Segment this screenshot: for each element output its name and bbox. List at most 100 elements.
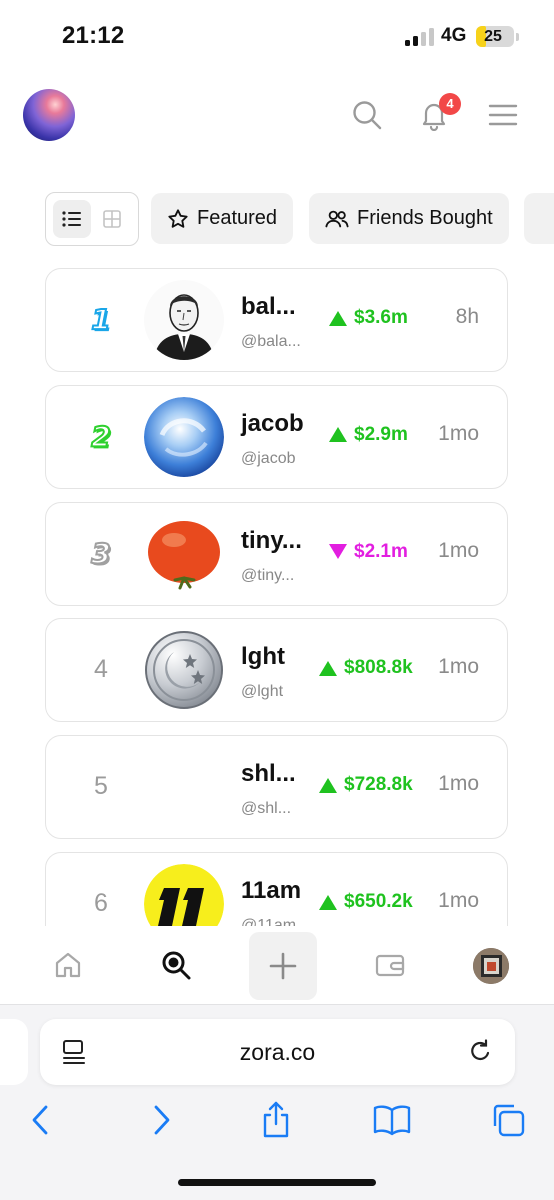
creator-name: bal... — [241, 293, 296, 320]
market-cap-change: $2.9m — [328, 424, 408, 446]
wallet-nav-button[interactable] — [363, 938, 417, 992]
creator-avatar[interactable] — [144, 396, 224, 477]
time-ago: 8h — [455, 305, 479, 328]
creator-name: jacob — [241, 409, 304, 437]
creator-avatar[interactable] — [144, 747, 224, 827]
leaderboard-row[interactable]: 1 bal... @bala... $3.6m 8h — [45, 268, 508, 372]
list-view-button[interactable] — [53, 200, 91, 238]
leaderboard-row[interactable]: 4 lght @lght $808.8k 1mo — [45, 618, 508, 723]
time-ago: 1mo — [438, 421, 479, 445]
change-value: $3.6m — [354, 307, 408, 328]
page-settings-button[interactable] — [58, 1036, 90, 1068]
featured-filter-chip[interactable]: Featured — [151, 193, 294, 244]
creator-handle: @shl... — [241, 800, 292, 818]
battery-percent: 25 — [484, 28, 502, 45]
home-nav-button[interactable] — [41, 938, 95, 992]
time-ago: 1mo — [438, 655, 479, 679]
market-cap-change: $728.8k — [318, 774, 413, 796]
more-filters-chip[interactable] — [524, 193, 554, 244]
home-indicator — [178, 1179, 376, 1186]
zora-orb-logo[interactable] — [23, 89, 75, 141]
page-menu-icon — [63, 1040, 85, 1064]
tabs-icon — [493, 1104, 525, 1137]
forward-button[interactable] — [136, 1097, 186, 1143]
rank-number: 2 — [90, 419, 111, 454]
creator-name: shl... — [241, 760, 296, 788]
friends-bought-filter-chip[interactable]: Friends Bought — [309, 193, 509, 244]
address-bar[interactable]: zora.co — [40, 1019, 515, 1085]
wallet-icon — [375, 954, 405, 977]
market-cap-change: $650.2k — [318, 891, 413, 913]
creator-avatar[interactable] — [144, 280, 224, 360]
triangle-up-icon — [319, 894, 337, 910]
menu-button[interactable] — [483, 95, 523, 135]
battery-icon: 25 — [476, 26, 514, 47]
creator-name: 11am — [241, 877, 302, 904]
back-button[interactable] — [16, 1097, 66, 1143]
rank-number: 4 — [94, 655, 108, 684]
forward-chevron-icon — [154, 1105, 170, 1135]
list-view-icon — [62, 211, 81, 227]
explore-search-icon — [162, 951, 191, 980]
profile-avatar[interactable] — [473, 948, 509, 984]
creator-leaderboard-list: 1 bal... @bala... $3.6m 8h 2 jacob @jacob $2.9m 1… — [45, 268, 509, 926]
status-bar: 21:12 4G 25 — [0, 0, 554, 72]
reload-button[interactable] — [464, 1036, 496, 1068]
creator-avatar[interactable] — [144, 864, 224, 926]
market-cap-change: $808.8k — [318, 657, 413, 679]
triangle-up-icon — [329, 310, 347, 326]
profile-avatar-image — [473, 948, 509, 984]
time-ago: 1mo — [438, 772, 479, 796]
leaderboard-row[interactable]: 5 shl... @shl... $728.8k 1mo — [45, 735, 508, 840]
triangle-up-icon — [319, 777, 337, 793]
creator-name: lght — [241, 643, 285, 671]
tabs-button[interactable] — [483, 1097, 533, 1143]
leaderboard-row[interactable]: 3 tiny... @tiny... $2.1m 1mo — [45, 501, 508, 606]
change-value: $728.8k — [344, 774, 413, 796]
create-nav-button[interactable] — [249, 932, 317, 1000]
triangle-up-icon — [329, 427, 347, 443]
featured-chip-label: Featured — [197, 207, 278, 229]
creator-handle: @11am — [241, 917, 297, 926]
change-value: $808.8k — [344, 657, 413, 679]
battery-cap — [516, 33, 519, 41]
rank-number: 3 — [90, 536, 111, 571]
creator-avatar[interactable] — [144, 513, 224, 594]
triangle-down-icon — [329, 544, 347, 560]
market-cap-change: $3.6m — [328, 307, 408, 329]
notification-count-badge: 4 — [439, 93, 461, 115]
browser-chrome: zora.co — [0, 1004, 554, 1200]
time-ago: 1mo — [438, 889, 479, 912]
users-icon — [325, 210, 349, 227]
leaderboard-row[interactable]: 6 11am @11am $650.2k 1mo — [45, 852, 508, 926]
status-time: 21:12 — [62, 22, 125, 49]
rank-number: 1 — [90, 302, 111, 337]
share-button[interactable] — [251, 1097, 301, 1143]
time-ago: 1mo — [438, 538, 479, 562]
triangle-up-icon — [319, 660, 337, 676]
explore-nav-button[interactable] — [149, 938, 203, 992]
creator-avatar[interactable] — [144, 630, 224, 710]
creator-handle: @lght — [241, 683, 284, 701]
search-button[interactable] — [347, 95, 387, 135]
create-plus-icon — [269, 952, 297, 980]
share-icon — [263, 1101, 289, 1138]
bookmarks-button[interactable] — [367, 1097, 417, 1143]
back-chevron-icon — [32, 1105, 48, 1135]
view-mode-toggle — [45, 192, 139, 246]
star-icon — [168, 208, 188, 228]
home-icon — [55, 952, 81, 978]
network-type: 4G — [441, 25, 467, 46]
url-text: zora.co — [239, 1039, 316, 1065]
grid-view-button[interactable] — [93, 200, 131, 238]
previous-tab-preview[interactable] — [0, 1019, 28, 1085]
search-icon — [353, 101, 382, 130]
leaderboard-row[interactable]: 2 jacob @jacob $2.9m 1mo — [45, 384, 508, 489]
hamburger-menu-icon — [488, 104, 518, 126]
market-cap-change: $2.1m — [328, 541, 408, 563]
grid-view-icon — [103, 210, 121, 228]
bottom-navigation — [0, 926, 554, 1004]
creator-handle: @tiny... — [241, 566, 295, 584]
bookmarks-icon — [373, 1105, 411, 1136]
reload-icon — [471, 1039, 490, 1061]
